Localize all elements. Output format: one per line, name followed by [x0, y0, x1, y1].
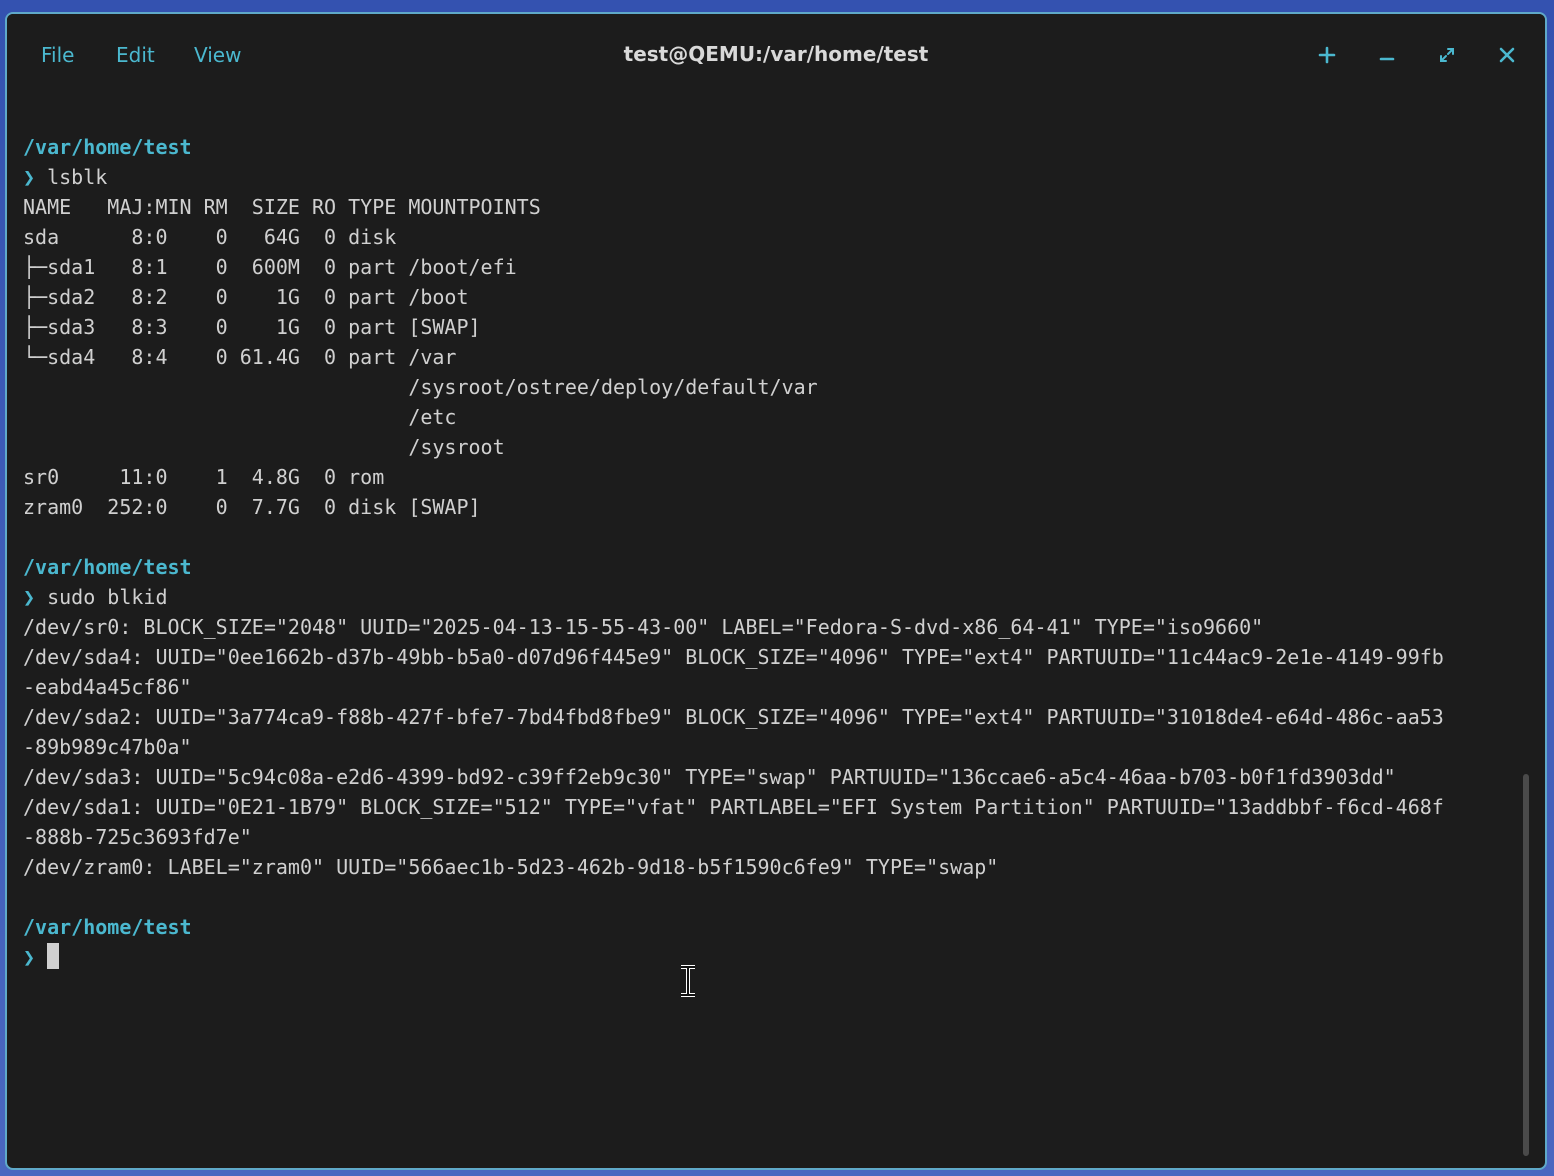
output-line: /sysroot: [23, 435, 505, 459]
output-line: /dev/sda4: UUID="0ee1662b-d37b-49bb-b5a0…: [23, 645, 1444, 669]
prompt-cwd: /var/home/test: [23, 135, 192, 159]
maximize-icon: [1440, 48, 1454, 62]
terminal-cursor: [47, 943, 60, 969]
output-line: -eabd4a45cf86": [23, 675, 192, 699]
command-text: lsblk: [47, 165, 108, 189]
text-cursor-icon: [681, 965, 695, 997]
output-line: /etc: [23, 405, 457, 429]
close-button[interactable]: [1490, 38, 1524, 72]
maximize-button[interactable]: [1430, 38, 1464, 72]
minimize-button[interactable]: [1370, 38, 1404, 72]
prompt-cwd: /var/home/test: [23, 915, 192, 939]
command-text: sudo blkid: [47, 585, 168, 609]
output-line: └─sda4 8:4 0 61.4G 0 part /var: [23, 345, 457, 369]
prompt-symbol: ❯: [23, 585, 36, 609]
terminal-output[interactable]: /var/home/test ❯ lsblk NAME MAJ:MIN RM SIZ…: [23, 132, 1519, 1152]
output-line: /dev/sda2: UUID="3a774ca9-f88b-427f-bfe7…: [23, 705, 1444, 729]
prompt-symbol: ❯: [23, 165, 36, 189]
output-line: NAME MAJ:MIN RM SIZE RO TYPE MOUNTPOINTS: [23, 195, 541, 219]
close-icon: [1499, 47, 1515, 63]
output-line: /dev/sr0: BLOCK_SIZE="2048" UUID="2025-0…: [23, 615, 1264, 639]
command-line: ❯ sudo blkid: [23, 582, 1519, 612]
output-line: sda 8:0 0 64G 0 disk: [23, 225, 397, 249]
scrollbar[interactable]: [1523, 774, 1529, 1156]
input-line[interactable]: ❯: [23, 942, 1519, 972]
command-line: ❯ lsblk: [23, 162, 1519, 192]
minimize-icon: [1379, 57, 1395, 61]
output-line: sr0 11:0 1 4.8G 0 rom: [23, 465, 385, 489]
output-line: /dev/zram0: LABEL="zram0" UUID="566aec1b…: [23, 855, 999, 879]
plus-icon: [1318, 46, 1336, 64]
menu-file[interactable]: File: [41, 43, 74, 67]
output-line: /dev/sda3: UUID="5c94c08a-e2d6-4399-bd92…: [23, 765, 1396, 789]
new-tab-button[interactable]: [1310, 38, 1344, 72]
menu-edit[interactable]: Edit: [116, 43, 155, 67]
title-bar[interactable]: File Edit View test@QEMU:/var/home/test: [7, 14, 1545, 92]
output-line: /dev/sda1: UUID="0E21-1B79" BLOCK_SIZE="…: [23, 795, 1444, 819]
output-line: ├─sda1 8:1 0 600M 0 part /boot/efi: [23, 255, 517, 279]
output-line: zram0 252:0 0 7.7G 0 disk [SWAP]: [23, 495, 481, 519]
output-line: -888b-725c3693fd7e": [23, 825, 252, 849]
output-line: -89b989c47b0a": [23, 735, 192, 759]
menu-view[interactable]: View: [194, 43, 241, 67]
output-line: /sysroot/ostree/deploy/default/var: [23, 375, 818, 399]
output-line: ├─sda2 8:2 0 1G 0 part /boot: [23, 285, 469, 309]
prompt-cwd: /var/home/test: [23, 555, 192, 579]
prompt-symbol: ❯: [23, 945, 36, 969]
terminal-window[interactable]: File Edit View test@QEMU:/var/home/test …: [5, 12, 1547, 1170]
output-line: ├─sda3 8:3 0 1G 0 part [SWAP]: [23, 315, 481, 339]
